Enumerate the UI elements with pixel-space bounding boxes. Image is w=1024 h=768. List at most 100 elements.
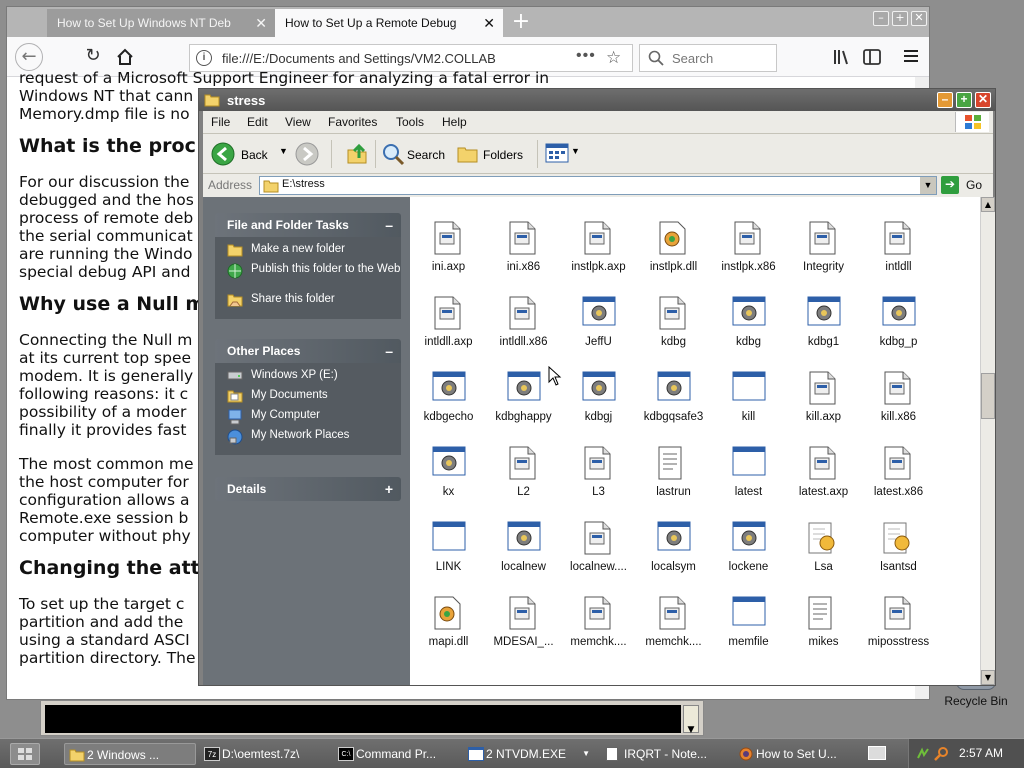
file-item[interactable]: kdbgj xyxy=(561,371,636,423)
search-input[interactable]: Search xyxy=(639,44,777,72)
place-my-documents[interactable]: My Documents xyxy=(227,389,401,409)
file-item[interactable]: L2 xyxy=(486,446,561,498)
file-item[interactable]: kdbg1 xyxy=(786,296,861,348)
file-item[interactable]: intldll xyxy=(861,221,936,273)
menu-help[interactable]: Help xyxy=(442,115,467,129)
reload-button[interactable]: ↻ xyxy=(79,43,107,71)
views-button[interactable]: ▼ xyxy=(543,140,580,168)
back-button[interactable]: Back ▼ xyxy=(209,140,291,168)
file-item[interactable]: JeffU xyxy=(561,296,636,348)
file-item[interactable]: intldll.axp xyxy=(411,296,486,348)
menu-edit[interactable]: Edit xyxy=(247,115,268,129)
taskbar-item-command-prompt[interactable]: C:\ Command Pr... xyxy=(334,743,456,765)
explorer-titlebar[interactable]: stress – + ✕ xyxy=(199,89,995,111)
file-item[interactable]: localnew xyxy=(486,521,561,573)
panel-header[interactable]: Other Places – xyxy=(215,339,401,363)
file-item[interactable]: intldll.x86 xyxy=(486,296,561,348)
home-button[interactable] xyxy=(111,43,139,71)
file-item[interactable]: Lsa xyxy=(786,521,861,573)
close-button[interactable]: ✕ xyxy=(911,11,927,26)
network-tray-icon[interactable] xyxy=(915,746,931,762)
keyboard-icon[interactable] xyxy=(868,746,886,760)
folders-button[interactable]: Folders xyxy=(455,140,531,168)
console-scroll-down[interactable]: ▼ xyxy=(683,705,699,735)
up-folder-button[interactable] xyxy=(343,140,371,168)
taskbar-item-ntvdm[interactable]: 2 NTVDM.EXE ▼ xyxy=(464,743,594,765)
file-item[interactable]: kill.axp xyxy=(786,371,861,423)
file-item[interactable]: L3 xyxy=(561,446,636,498)
tab-windows-nt-debug[interactable]: How to Set Up Windows NT Deb ✕ xyxy=(47,9,275,37)
file-item[interactable]: kdbg xyxy=(636,296,711,348)
file-item[interactable]: memfile xyxy=(711,596,786,648)
file-item[interactable]: MDESAI_... xyxy=(486,596,561,648)
file-item[interactable]: kill xyxy=(711,371,786,423)
back-dropdown-icon[interactable]: ▼ xyxy=(279,146,288,156)
scroll-down-icon[interactable]: ▼ xyxy=(981,670,995,685)
url-bar[interactable]: i file:///E:/Documents and Settings/VM2.… xyxy=(189,44,633,72)
file-item[interactable]: kill.x86 xyxy=(861,371,936,423)
url-text[interactable]: file:///E:/Documents and Settings/VM2.CO… xyxy=(222,51,562,66)
panel-header[interactable]: File and Folder Tasks – xyxy=(215,213,401,237)
taskbar-item-windows-explorer[interactable]: 2 Windows ... xyxy=(64,743,196,765)
file-item[interactable]: kdbgqsafe3 xyxy=(636,371,711,423)
panel-header[interactable]: Details + xyxy=(215,477,401,501)
file-item[interactable]: localnew.... xyxy=(561,521,636,573)
minimize-button[interactable]: – xyxy=(937,92,953,108)
start-button[interactable] xyxy=(10,743,40,765)
expand-icon[interactable]: + xyxy=(385,477,393,501)
menu-icon[interactable] xyxy=(903,48,919,64)
search-button[interactable]: Search xyxy=(379,140,451,168)
info-icon[interactable]: i xyxy=(196,50,212,66)
go-button[interactable]: ➔ Go xyxy=(941,176,991,195)
scroll-thumb[interactable] xyxy=(981,373,995,419)
file-item[interactable]: Integrity xyxy=(786,221,861,273)
sidebar-icon[interactable] xyxy=(863,48,881,66)
file-item[interactable]: LINK xyxy=(411,521,486,573)
task-make-new-folder[interactable]: Make a new folder xyxy=(227,243,401,263)
place-windows-xp-drive[interactable]: Windows XP (E:) xyxy=(227,369,401,389)
menu-file[interactable]: File xyxy=(211,115,230,129)
file-item[interactable]: lastrun xyxy=(636,446,711,498)
address-input[interactable]: E:\stress ▼ xyxy=(259,176,937,195)
file-item[interactable]: instlpk.x86 xyxy=(711,221,786,273)
place-my-network-places[interactable]: My Network Places xyxy=(227,429,401,449)
file-item[interactable]: kdbg_p xyxy=(861,296,936,348)
file-item[interactable]: latest.axp xyxy=(786,446,861,498)
forward-button[interactable] xyxy=(293,140,321,168)
close-button[interactable]: ✕ xyxy=(975,92,991,108)
menu-tools[interactable]: Tools xyxy=(396,115,424,129)
file-item[interactable]: latest xyxy=(711,446,786,498)
tab-close-icon[interactable]: ✕ xyxy=(255,9,267,37)
collapse-icon[interactable]: – xyxy=(385,339,393,363)
file-item[interactable]: mapi.dll xyxy=(411,596,486,648)
maximize-button[interactable]: + xyxy=(956,92,972,108)
file-item[interactable]: localsym xyxy=(636,521,711,573)
scroll-up-icon[interactable]: ▲ xyxy=(981,197,995,212)
file-item[interactable]: kdbgecho xyxy=(411,371,486,423)
taskbar-item-notepad[interactable]: IRQRT - Note... xyxy=(602,743,726,765)
file-item[interactable]: lsantsd xyxy=(861,521,936,573)
bookmark-star-icon[interactable]: ☆ xyxy=(606,48,621,68)
console-window[interactable]: ▼ xyxy=(40,700,704,736)
page-actions-icon[interactable]: ••• xyxy=(576,47,596,65)
file-item[interactable]: instlpk.axp xyxy=(561,221,636,273)
file-item[interactable]: memchk.... xyxy=(636,596,711,648)
file-item[interactable]: lockene xyxy=(711,521,786,573)
tab-close-icon[interactable]: ✕ xyxy=(483,9,495,37)
file-item[interactable]: latest.x86 xyxy=(861,446,936,498)
library-icon[interactable] xyxy=(833,48,851,66)
place-my-computer[interactable]: My Computer xyxy=(227,409,401,429)
back-button[interactable]: ← xyxy=(15,43,43,71)
new-tab-button[interactable]: + xyxy=(507,9,535,37)
file-item[interactable]: ini.axp xyxy=(411,221,486,273)
file-item[interactable]: ini.x86 xyxy=(486,221,561,273)
address-dropdown-icon[interactable]: ▼ xyxy=(920,177,936,194)
file-item[interactable]: kdbg xyxy=(711,296,786,348)
menu-favorites[interactable]: Favorites xyxy=(328,115,377,129)
file-item[interactable]: instlpk.dll xyxy=(636,221,711,273)
search-tray-icon[interactable] xyxy=(934,746,950,762)
minimize-button[interactable]: – xyxy=(873,11,889,26)
maximize-button[interactable]: + xyxy=(892,11,908,26)
collapse-icon[interactable]: – xyxy=(385,213,393,237)
file-item[interactable]: memchk.... xyxy=(561,596,636,648)
